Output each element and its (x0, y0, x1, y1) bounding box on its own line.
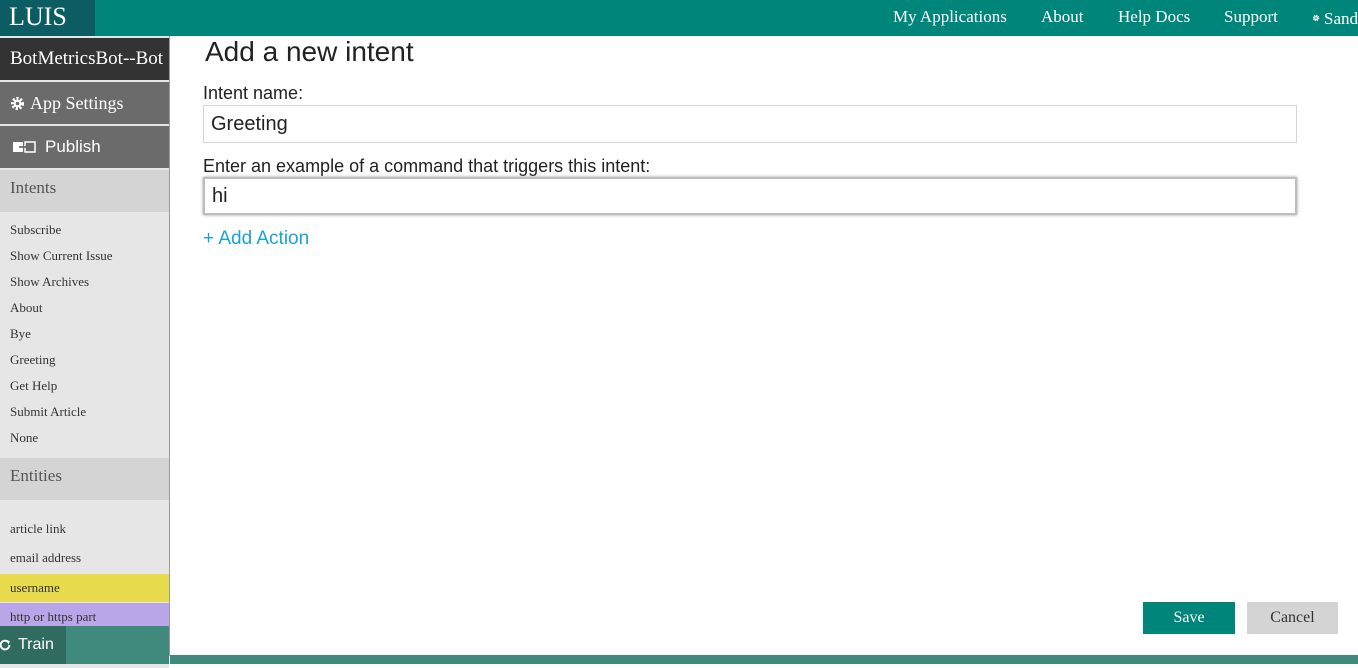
intent-none[interactable]: None (0, 425, 169, 451)
entity-article-link[interactable]: article link (0, 515, 169, 543)
intent-bye[interactable]: Bye (0, 321, 169, 347)
publish-icon (13, 141, 36, 153)
top-nav-bar: LUIS My Applications About Help Docs Sup… (0, 0, 1358, 36)
entities-header: Entities (0, 458, 169, 500)
intent-about[interactable]: About (0, 295, 169, 321)
nav-help-docs[interactable]: Help Docs (1118, 0, 1190, 36)
intent-name-input[interactable] (203, 105, 1297, 143)
intent-subscribe[interactable]: Subscribe (0, 217, 169, 243)
add-action-link[interactable]: + Add Action (203, 228, 309, 250)
entity-username[interactable]: username (0, 574, 169, 602)
publish-label: Publish (45, 137, 101, 156)
user-name: Sand (1324, 8, 1358, 28)
intent-show-current-issue[interactable]: Show Current Issue (0, 243, 169, 269)
intent-show-archives[interactable]: Show Archives (0, 269, 169, 295)
gear-icon (1312, 14, 1320, 22)
intent-get-help[interactable]: Get Help (0, 373, 169, 399)
gear-icon (10, 96, 25, 110)
intent-name-label: Intent name: (203, 83, 304, 103)
example-label: Enter an example of a command that trigg… (203, 156, 651, 176)
nav-my-applications[interactable]: My Applications (893, 0, 1007, 36)
intent-greeting[interactable]: Greeting (0, 347, 169, 373)
app-settings-label: App Settings (30, 93, 124, 113)
train-bar (66, 626, 169, 664)
train-label: Train (18, 636, 54, 653)
train-button[interactable]: Train (0, 626, 66, 664)
intents-header: Intents (0, 170, 169, 212)
cancel-button[interactable]: Cancel (1247, 602, 1338, 634)
intent-submit-article[interactable]: Submit Article (0, 399, 169, 425)
example-utterance-input[interactable] (203, 177, 1297, 215)
entity-email-address[interactable]: email address (0, 544, 169, 572)
app-name[interactable]: BotMetricsBot--Bot (0, 38, 169, 80)
nav-user-settings[interactable]: Sand (1312, 0, 1358, 36)
add-intent-panel: Add a new intent Intent name: Enter an e… (170, 36, 1358, 655)
nav-about[interactable]: About (1041, 0, 1084, 36)
page-title: Add a new intent (205, 36, 414, 67)
publish-button[interactable]: Publish (0, 126, 169, 168)
luis-logo[interactable]: LUIS (0, 0, 95, 36)
bottom-bar (170, 655, 1358, 664)
refresh-icon (0, 639, 11, 651)
sidebar: BotMetricsBot--Bot App Settings Publish … (0, 36, 169, 668)
nav-support[interactable]: Support (1224, 0, 1278, 36)
save-button[interactable]: Save (1143, 602, 1235, 634)
app-settings-button[interactable]: App Settings (0, 82, 169, 124)
